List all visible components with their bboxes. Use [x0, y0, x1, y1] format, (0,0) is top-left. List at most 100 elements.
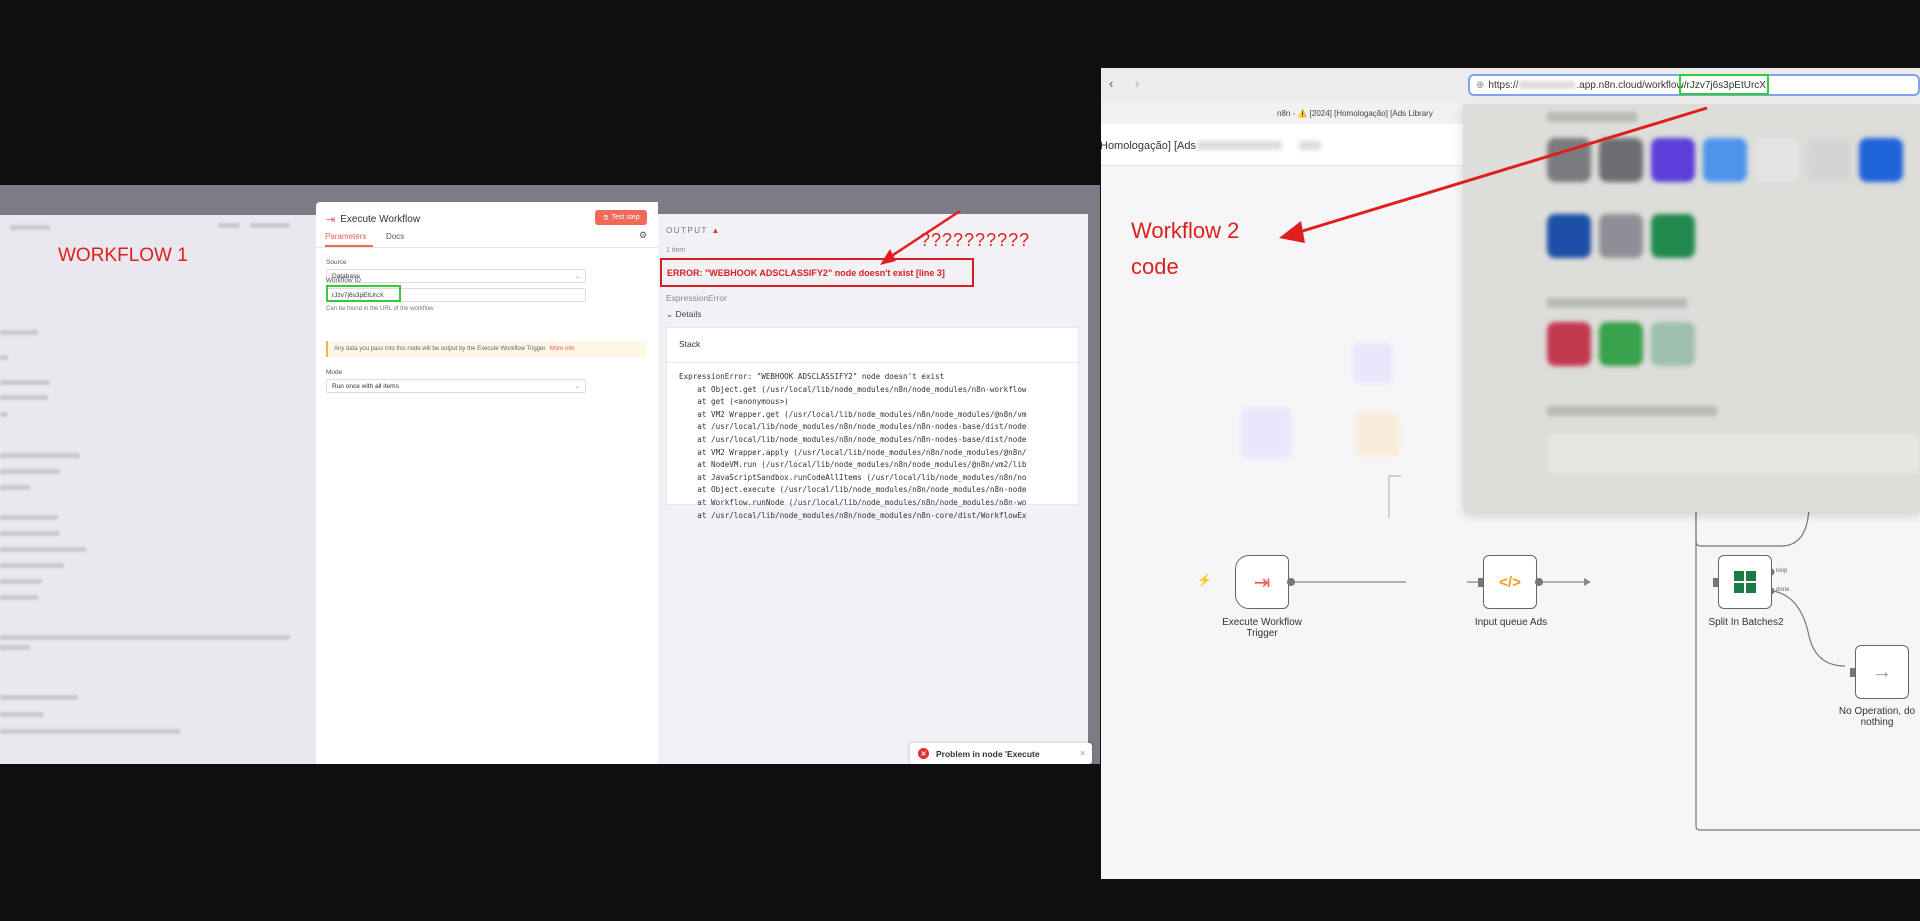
url-id-highlight-box: [1679, 74, 1769, 95]
error-icon: ✕: [918, 748, 929, 759]
stack-trace: ExpressionError: "WEBHOOK ADSCLASSIFY2" …: [679, 371, 1077, 522]
output-label: OUTPUT ▲: [666, 226, 721, 235]
stack-divider: [667, 362, 1080, 363]
close-icon[interactable]: ✕: [1079, 749, 1086, 758]
node-output-handle[interactable]: [1287, 578, 1295, 586]
details-label: Details: [675, 309, 702, 319]
toast-text: Problem in node 'Execute: [936, 748, 1040, 759]
split-in-batches-node[interactable]: [1718, 555, 1772, 609]
warning-icon: ▲: [711, 226, 721, 235]
stack-line: at VM2 Wrapper.get (/usr/local/lib/node_…: [679, 409, 1027, 419]
url-domain: .app.n8n.cloud/workflow/: [1576, 79, 1687, 91]
workflow1-screenshot: WORKFLOW 1 ⇥ Execute Workflow ⚗ Test ste…: [0, 185, 1100, 764]
chevron-down-icon: ⌄: [666, 309, 674, 319]
node-label-line1: Execute Workflow: [1222, 617, 1302, 628]
details-toggle[interactable]: ⌄ Details: [666, 309, 701, 320]
mode-label: Mode: [326, 369, 343, 376]
blurred-favorite: [1599, 322, 1643, 366]
mode-select[interactable]: Run once with all items ⌄: [326, 379, 586, 393]
stack-line: at NodeVM.run (/usr/local/lib/node_modul…: [679, 460, 1027, 470]
stack-line: at /usr/local/lib/node_modules/n8n/node_…: [679, 434, 1027, 444]
code-icon: </>: [1499, 573, 1521, 591]
no-operation-node[interactable]: →: [1855, 645, 1909, 699]
stack-line: at /usr/local/lib/node_modules/n8n/node_…: [679, 422, 1027, 432]
test-step-button[interactable]: ⚗ Test step: [595, 210, 647, 225]
grid-icon: [1734, 571, 1756, 593]
tab-parameters[interactable]: Parameters: [325, 232, 366, 241]
blurred-favorite: [1547, 322, 1591, 366]
notice-text: Any data you pass into this node will be…: [334, 346, 547, 352]
chevron-down-icon: ⌄: [574, 383, 580, 390]
node-input-handle[interactable]: [1850, 668, 1855, 677]
url-prefix: https://: [1488, 79, 1519, 91]
stack-line: at /usr/local/lib/node_modules/n8n/node_…: [679, 510, 1027, 520]
mode-value: Run once with all items: [332, 382, 399, 390]
execute-workflow-trigger-node[interactable]: ⇥: [1235, 555, 1289, 609]
stack-line: at Object.execute (/usr/local/lib/node_m…: [679, 485, 1027, 495]
tab-docs[interactable]: Docs: [386, 232, 404, 241]
workflow2-screenshot: ‹ › ⊕ https:// .app.n8n.cloud/workflow/ …: [1101, 68, 1920, 879]
blurred-node: [1353, 343, 1393, 383]
execute-workflow-panel: ⇥ Execute Workflow ⚗ Test step Parameter…: [316, 202, 658, 764]
stack-line: at get (<anonymous>): [679, 397, 789, 407]
stack-label: Stack: [679, 339, 701, 349]
node-label-line2: Trigger: [1246, 628, 1278, 639]
source-label: Source: [326, 259, 347, 266]
workflow-id-label: Workflow ID: [326, 277, 361, 284]
blurred-favorite: [1755, 138, 1799, 182]
workflow1-annotation: WORKFLOW 1: [58, 245, 188, 266]
chevron-down-icon: ⌄: [574, 273, 580, 280]
blurred-favorite: [1859, 138, 1903, 182]
execute-workflow-icon: ⇥: [326, 214, 336, 226]
gear-icon[interactable]: ⚙: [639, 230, 647, 241]
annotation-arrow-2: [1279, 106, 1708, 243]
tab-divider: [316, 247, 658, 248]
node-label-line2: nothing: [1860, 717, 1894, 728]
node-output-handle[interactable]: [1535, 578, 1543, 586]
blurred-node: [1355, 412, 1399, 456]
blurred-node: [1241, 408, 1291, 458]
node-label: Input queue Ads: [1474, 617, 1548, 628]
exit-arrow-icon: ⇥: [1253, 571, 1271, 594]
error-type: ExpressionError: [666, 293, 727, 303]
workflow1-canvas-background: [0, 215, 316, 764]
blurred-favorite: [1651, 322, 1695, 366]
node-input-handle[interactable]: [1478, 578, 1483, 587]
forward-icon[interactable]: ›: [1135, 76, 1139, 91]
source-select[interactable]: Database ⌄: [326, 269, 586, 283]
blurred-privacy-report: [1547, 434, 1920, 474]
node-label: No Operation, do nothing: [1827, 706, 1920, 728]
node-label: Execute Workflow Trigger: [1211, 617, 1313, 639]
stack-box: Stack ExpressionError: "WEBHOOK ADSCLASS…: [666, 327, 1080, 520]
back-icon[interactable]: ‹: [1109, 76, 1113, 91]
blurred-favorite: [1807, 138, 1851, 182]
stack-line: at JavaScriptSandbox.runCodeAllItems (/u…: [679, 472, 1027, 482]
workflow-id-highlight-box: [326, 285, 401, 302]
panel-title: Execute Workflow: [340, 214, 421, 225]
lightning-icon: ⚡: [1197, 573, 1212, 587]
item-count: 1 item: [666, 247, 686, 254]
stack-line: at Object.get (/usr/local/lib/node_modul…: [679, 384, 1027, 394]
loop-output-label: loop: [1776, 568, 1788, 574]
output-panel: OUTPUT ▲ 1 item ERROR: "WEBHOOK ADSCLASS…: [658, 214, 1088, 764]
flask-icon: ⚗: [602, 214, 609, 222]
browser-toolbar: ‹ › ⊕ https:// .app.n8n.cloud/workflow/ …: [1101, 68, 1920, 102]
node-label-line1: No Operation, do: [1838, 706, 1916, 717]
output-title: OUTPUT: [666, 226, 708, 235]
node-input-handle[interactable]: [1713, 578, 1718, 587]
panel-header: ⇥ Execute Workflow: [326, 213, 420, 226]
info-notice: Any data you pass into this node will be…: [326, 341, 646, 357]
more-info-link[interactable]: More info: [550, 346, 575, 352]
stack-line: at VM2 Wrapper.apply (/usr/local/lib/nod…: [679, 447, 1027, 457]
blurred-section-title: [1547, 406, 1717, 416]
stack-line: at Workflow.runNode (/usr/local/lib/node…: [679, 497, 1027, 507]
node-label: Split In Batches2: [1708, 617, 1784, 628]
stack-line: ExpressionError: "WEBHOOK ADSCLASSIFY2" …: [679, 372, 945, 381]
arrow-right-icon: →: [1872, 660, 1892, 683]
annotation-arrow-1: [880, 209, 961, 265]
done-output-label: done: [1776, 587, 1790, 593]
input-queue-ads-node[interactable]: </>: [1483, 555, 1537, 609]
blurred-subdomain: [1519, 81, 1576, 89]
test-step-label: Test step: [611, 214, 640, 221]
error-toast[interactable]: ✕ Problem in node 'Execute ✕: [910, 743, 1092, 764]
